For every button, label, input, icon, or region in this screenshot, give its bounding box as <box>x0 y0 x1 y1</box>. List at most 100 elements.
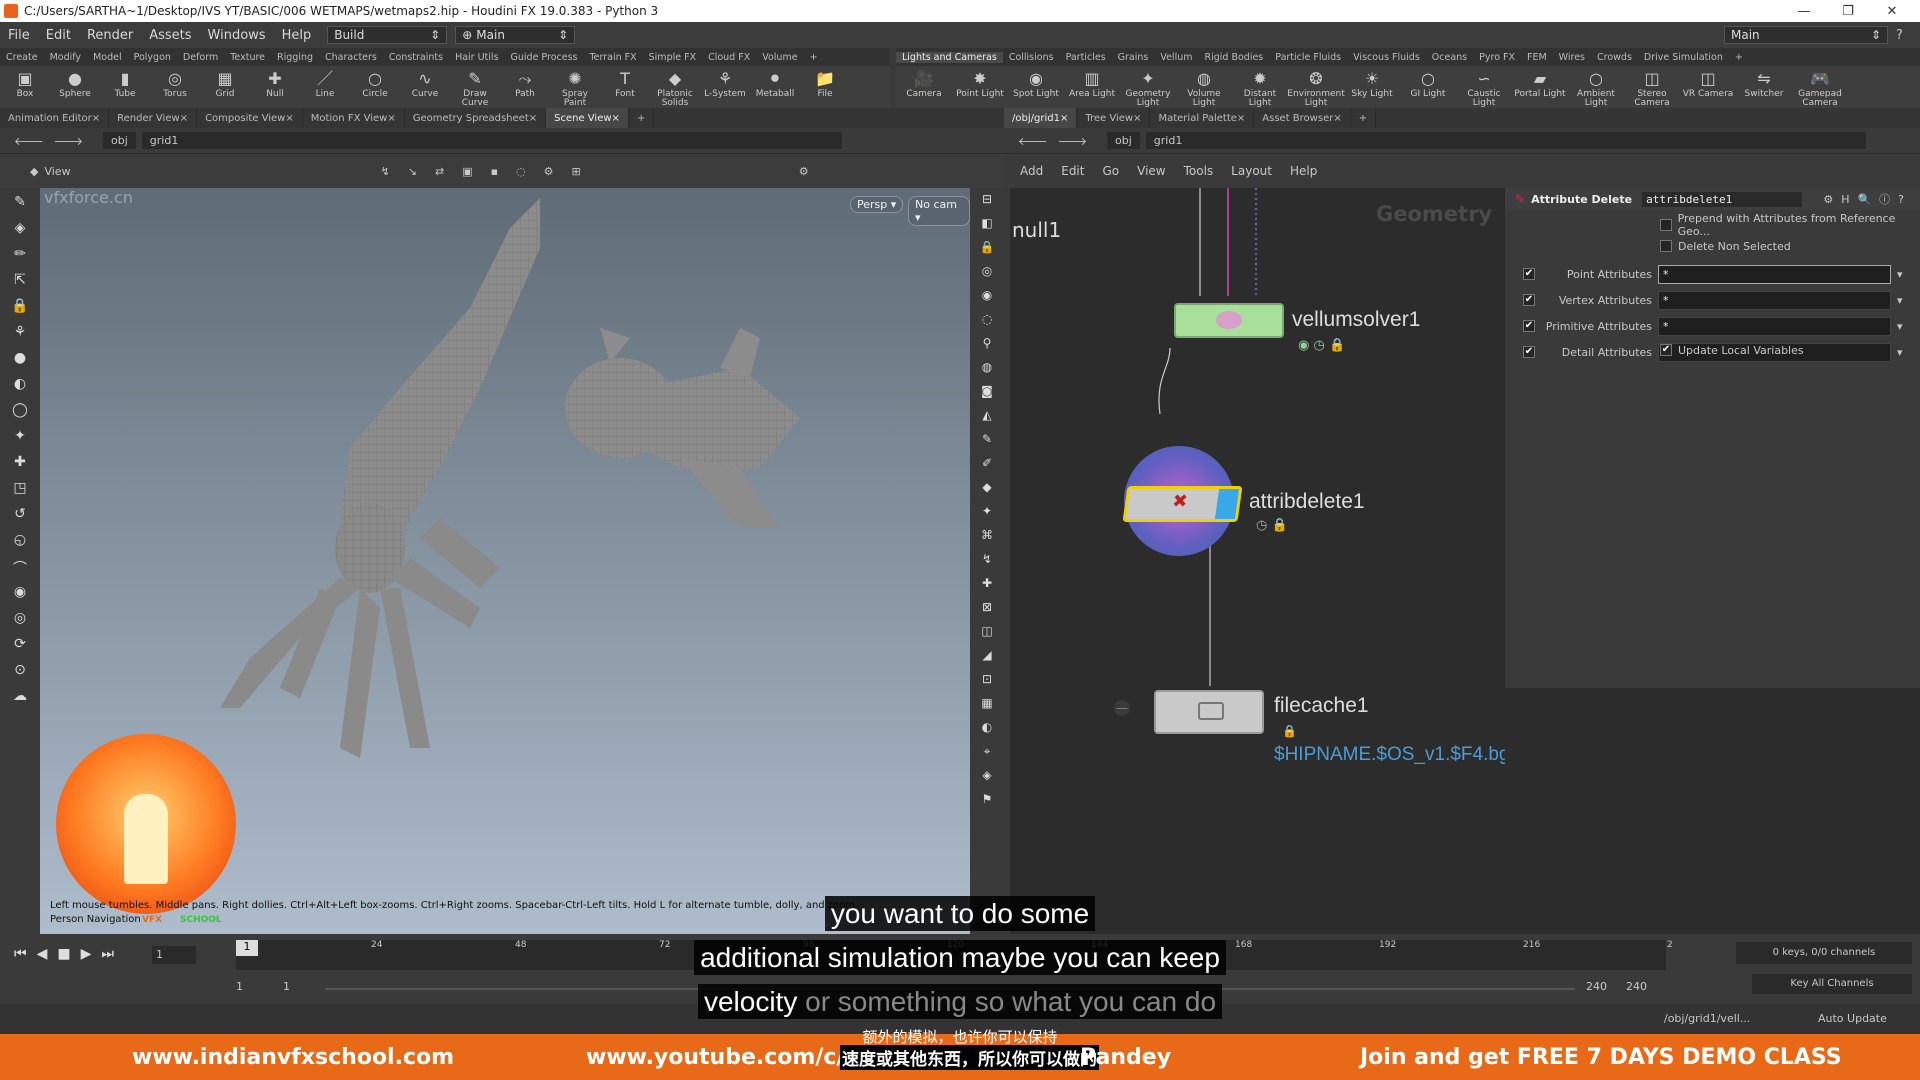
left-tool-0-icon[interactable]: ✎ <box>9 194 31 214</box>
display-tool-7-icon[interactable]: ◍ <box>976 360 998 380</box>
attribdelete-label[interactable]: attribdelete1 <box>1249 490 1365 514</box>
tab-material-palette[interactable]: Material Palette × <box>1150 108 1255 128</box>
filecache-label[interactable]: filecache1 <box>1274 694 1369 718</box>
shelf-tab-wires[interactable]: Wires <box>1553 52 1591 63</box>
tool-area-light[interactable]: ▥ Area Light <box>1064 68 1120 99</box>
shelf-tab-rigid-bodies[interactable]: Rigid Bodies <box>1199 52 1270 63</box>
display-tool-2-icon[interactable]: 🔒 <box>976 240 998 260</box>
left-tool-9-icon[interactable]: ✦ <box>9 428 31 448</box>
scene-viewport[interactable]: vfxforce.cn Persp ▾ No cam ▾ Left mouse … <box>40 188 970 934</box>
shelf-tab-characters[interactable]: Characters <box>319 52 383 63</box>
left-tool-6-icon[interactable]: ● <box>9 350 31 370</box>
display-tool-21-icon[interactable]: ▦ <box>976 696 998 716</box>
shelf-tab-cloud-fx[interactable]: Cloud FX <box>702 52 756 63</box>
left-tool-4-icon[interactable]: 🔒 <box>9 298 31 318</box>
context-selector[interactable]: ⊕ Main ⇕ <box>455 26 576 44</box>
tab-render-view[interactable]: Render View × <box>109 108 198 128</box>
display-tool-0-icon[interactable]: ⊟ <box>976 192 998 212</box>
left-tool-18-icon[interactable]: ⊙ <box>9 662 31 682</box>
shelf-tab-vellum[interactable]: Vellum <box>1154 52 1198 63</box>
shelf-tab-volume[interactable]: Volume <box>756 52 803 63</box>
tab-motion-fx-view[interactable]: Motion FX View × <box>303 108 405 128</box>
display-flag[interactable] <box>1214 489 1240 519</box>
delete-non-selected-checkbox[interactable] <box>1660 240 1672 252</box>
net-menu-help[interactable]: Help <box>1290 164 1317 178</box>
add-tab-icon[interactable]: + <box>1351 108 1377 128</box>
shelf-tab-particles[interactable]: Particles <box>1060 52 1112 63</box>
tool-box[interactable]: ▣ Box <box>0 68 50 99</box>
left-tool-17-icon[interactable]: ⟳ <box>9 636 31 656</box>
shelf-tab-constraints[interactable]: Constraints <box>383 52 449 63</box>
update-local-checkbox[interactable]: ✔ <box>1660 344 1672 356</box>
shelf-tab-oceans[interactable]: Oceans <box>1426 52 1473 63</box>
close-button[interactable]: ✕ <box>1870 0 1914 22</box>
tool-spot-light[interactable]: ◉ Spot Light <box>1008 68 1064 99</box>
tool-portal-light[interactable]: ▰ Portal Light <box>1512 68 1568 99</box>
path-node[interactable]: grid1 <box>141 132 842 149</box>
tool-ambient-light[interactable]: ○ Ambient Light <box>1568 68 1624 108</box>
display-tool-19-icon[interactable]: ◢ <box>976 648 998 668</box>
display-tool-8-icon[interactable]: ◙ <box>976 384 998 404</box>
tab-tree-view[interactable]: Tree View × <box>1077 108 1151 128</box>
right-desktop-selector[interactable]: Main ⇕ <box>1724 26 1888 44</box>
tool-volume-light[interactable]: ◍ Volume Light <box>1176 68 1232 108</box>
tab-scene-view[interactable]: Scene View × <box>546 108 629 128</box>
close-tab-icon[interactable]: × <box>1237 113 1245 124</box>
shelf-tab-modify[interactable]: Modify <box>44 52 87 63</box>
display-tool-25-icon[interactable]: ⚑ <box>976 792 998 812</box>
tool-draw-curve[interactable]: ✎ Draw Curve <box>450 68 500 108</box>
shelf-tab-terrain-fx[interactable]: Terrain FX <box>583 52 642 63</box>
left-tool-1-icon[interactable]: ◈ <box>9 220 31 240</box>
display-tool-15-icon[interactable]: ↯ <box>976 552 998 572</box>
left-tool-10-icon[interactable]: ✚ <box>9 454 31 474</box>
bypass-toggle[interactable]: — <box>1114 700 1130 716</box>
tool-gi-light[interactable]: ○ GI Light <box>1400 68 1456 99</box>
point-attributes-toggle[interactable]: ✔ <box>1523 268 1535 280</box>
vertex-attributes-field[interactable]: * <box>1658 290 1891 310</box>
shelf-tab-deform[interactable]: Deform <box>177 52 224 63</box>
left-tool-2-icon[interactable]: ✏ <box>9 246 31 266</box>
add-tab-icon[interactable]: + <box>629 108 655 128</box>
close-tab-icon[interactable]: × <box>1133 113 1141 124</box>
tool-tube[interactable]: ▮ Tube <box>100 68 150 99</box>
tool-sphere[interactable]: ● Sphere <box>50 68 100 99</box>
shelf-tab-particle-fluids[interactable]: Particle Fluids <box>1269 52 1347 63</box>
tab--obj-grid1[interactable]: /obj/grid1 × <box>1004 108 1078 128</box>
point-attributes-field[interactable]: * <box>1658 264 1891 284</box>
forward-arrow-icon-right[interactable]: 🡒 <box>1058 134 1088 148</box>
display-tool-17-icon[interactable]: ⊠ <box>976 600 998 620</box>
tool-geometry-light[interactable]: ✦ Geometry Light <box>1120 68 1176 108</box>
shelf-tab-drive-simulation[interactable]: Drive Simulation <box>1638 52 1729 63</box>
menu-assets[interactable]: Assets <box>141 28 199 43</box>
tool-metaball[interactable]: ⚫ Metaball <box>750 68 800 99</box>
shelf-tab-polygon[interactable]: Polygon <box>128 52 177 63</box>
close-tab-icon[interactable]: × <box>92 113 100 124</box>
add-shelf-tab-icon[interactable]: + <box>1729 52 1749 63</box>
vertex-attributes-toggle[interactable]: ✔ <box>1523 294 1535 306</box>
display-tool-13-icon[interactable]: ✦ <box>976 504 998 524</box>
maximize-button[interactable]: ❐ <box>1826 0 1870 22</box>
prepend-checkbox[interactable] <box>1660 219 1672 231</box>
close-tab-icon[interactable]: × <box>1060 113 1068 124</box>
param-header-icons[interactable]: ⚙H🔍ⓘ? <box>1823 191 1912 207</box>
menu-file[interactable]: File <box>0 28 38 43</box>
net-menu-add[interactable]: Add <box>1020 164 1043 178</box>
left-tool-5-icon[interactable]: ⚘ <box>9 324 31 344</box>
left-tool-15-icon[interactable]: ◉ <box>9 584 31 604</box>
attribdelete-node[interactable]: ✖ <box>1122 486 1243 522</box>
shelf-tab-model[interactable]: Model <box>87 52 128 63</box>
filecache-node[interactable] <box>1154 690 1264 734</box>
display-tool-18-icon[interactable]: ◫ <box>976 624 998 644</box>
shelf-tab-rigging[interactable]: Rigging <box>271 52 319 63</box>
display-tool-1-icon[interactable]: ◧ <box>976 216 998 236</box>
shelf-tab-viscous-fluids[interactable]: Viscous Fluids <box>1347 52 1426 63</box>
display-tool-10-icon[interactable]: ✎ <box>976 432 998 452</box>
menu-render[interactable]: Render <box>79 28 141 43</box>
tab-animation-editor[interactable]: Animation Editor × <box>0 108 110 128</box>
left-tool-16-icon[interactable]: ◎ <box>9 610 31 630</box>
left-tool-19-icon[interactable]: ☁ <box>9 688 31 708</box>
display-tool-6-icon[interactable]: ⚲ <box>976 336 998 356</box>
shelf-tab-simple-fx[interactable]: Simple FX <box>643 52 702 63</box>
menu-edit[interactable]: Edit <box>38 28 79 43</box>
tool-stereo-camera[interactable]: ◫ Stereo Camera <box>1624 68 1680 108</box>
